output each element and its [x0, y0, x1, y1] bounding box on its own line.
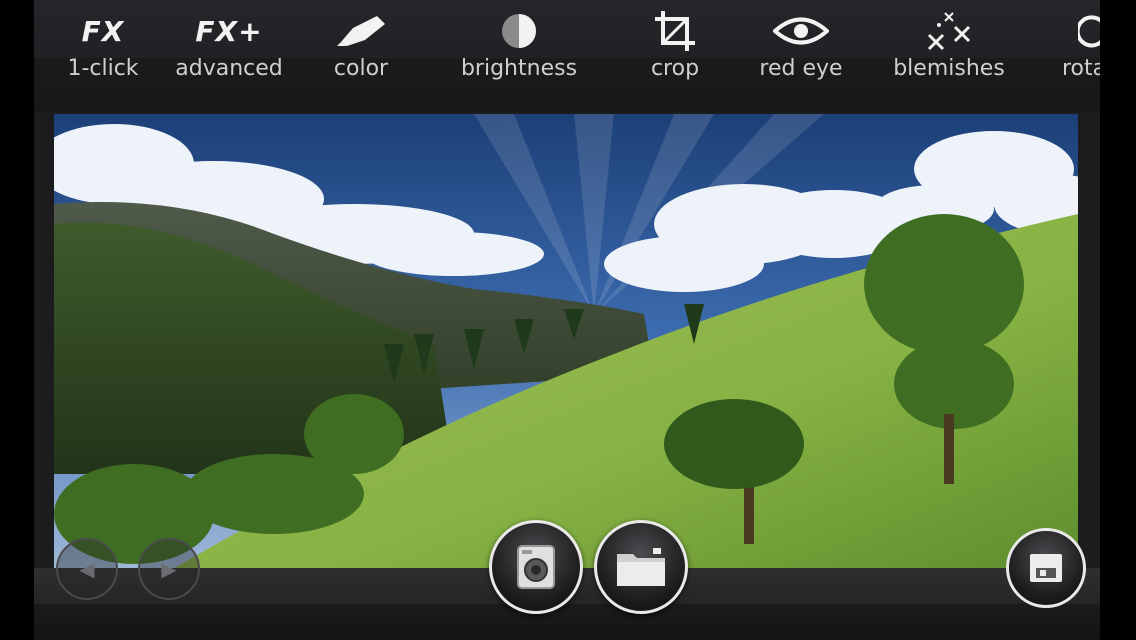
folder-icon	[617, 548, 665, 586]
tool-label: blemishes	[893, 56, 1005, 81]
camera-icon	[517, 545, 555, 589]
prev-arrow-icon: ◀	[79, 557, 95, 581]
landscape-photo	[54, 114, 1078, 568]
tool-label: advanced	[175, 56, 283, 81]
folder-button[interactable]	[594, 520, 688, 614]
next-button[interactable]: ▶	[138, 538, 200, 600]
photo-canvas[interactable]	[54, 114, 1078, 568]
tool-rotate[interactable]: rota	[1058, 0, 1100, 112]
fx-icon: FX	[81, 14, 125, 48]
pencil-icon	[333, 0, 389, 62]
camera-button[interactable]	[489, 520, 583, 614]
tool-blemishes[interactable]: blemishes	[890, 0, 1008, 112]
eye-icon	[773, 0, 829, 62]
tool-label: color	[333, 56, 389, 81]
tool-1-click[interactable]: FX 1-click	[64, 0, 142, 112]
next-arrow-icon: ▶	[161, 557, 177, 581]
tool-label: 1-click	[67, 56, 139, 81]
editor-frame: FX 1-click FX+ advanced color brightness…	[34, 0, 1100, 640]
crop-icon	[653, 0, 697, 62]
rotate-icon	[1058, 0, 1100, 62]
tool-color[interactable]: color	[328, 0, 394, 112]
floppy-icon	[1030, 554, 1062, 582]
tool-label: rota	[1062, 56, 1100, 81]
save-button[interactable]	[1006, 528, 1086, 608]
sparkle-x-icon	[923, 0, 975, 62]
fx-plus-icon: FX+	[195, 14, 263, 48]
tool-label: brightness	[460, 56, 578, 81]
tool-bar: FX 1-click FX+ advanced color brightness…	[34, 0, 1100, 112]
prev-button[interactable]: ◀	[56, 538, 118, 600]
tool-crop[interactable]: crop	[644, 0, 706, 112]
tool-label: red eye	[759, 56, 843, 81]
tool-advanced[interactable]: FX+ advanced	[174, 0, 284, 112]
tool-label: crop	[650, 56, 700, 81]
half-circle-icon	[500, 0, 538, 62]
tool-red-eye[interactable]: red eye	[756, 0, 846, 112]
tool-brightness[interactable]: brightness	[454, 0, 584, 112]
